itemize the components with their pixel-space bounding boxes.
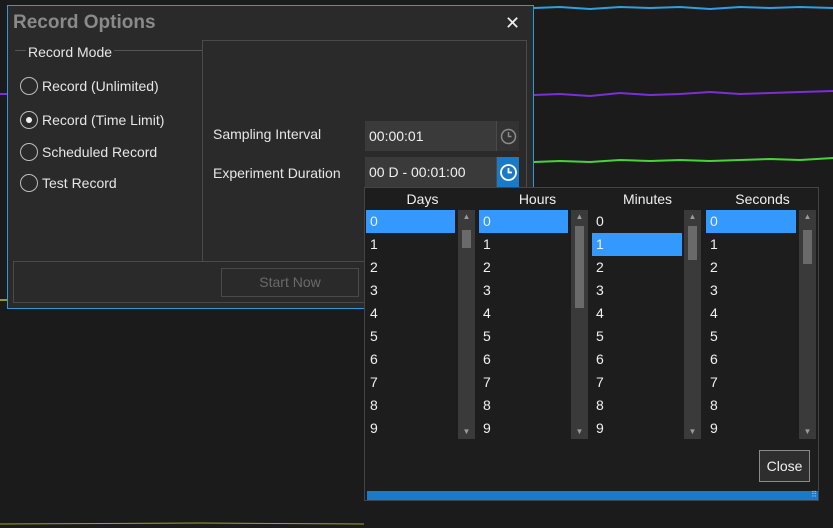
list-item[interactable]: 5 — [366, 325, 455, 348]
list-item[interactable]: 2 — [479, 256, 568, 279]
picker-status-bar: ⠿ — [367, 491, 818, 500]
days-header: Days — [406, 191, 439, 207]
scroll-down-icon[interactable]: ▼ — [571, 425, 588, 439]
list-item[interactable]: 2 — [706, 256, 796, 279]
radio-test-record[interactable]: Test Record — [20, 174, 117, 192]
list-item[interactable]: 7 — [592, 371, 682, 394]
list-item[interactable]: 3 — [706, 279, 796, 302]
list-item[interactable]: 1 — [479, 233, 568, 256]
list-item[interactable]: 0 — [479, 210, 568, 233]
radio-label: Scheduled Record — [42, 144, 158, 160]
list-item[interactable]: 0 — [592, 210, 682, 233]
list-item[interactable]: 6 — [706, 348, 796, 371]
list-item[interactable]: 1 — [592, 233, 682, 256]
seconds-header: Seconds — [735, 191, 790, 207]
days-scrollbar[interactable]: ▲ ▼ — [458, 210, 475, 439]
list-item[interactable]: 7 — [479, 371, 568, 394]
list-item[interactable]: 9 — [366, 417, 455, 440]
scroll-thumb[interactable] — [803, 230, 812, 264]
radio-circle-icon — [20, 111, 38, 129]
list-item[interactable]: 1 — [706, 233, 796, 256]
list-item[interactable]: 5 — [479, 325, 568, 348]
radio-record-time-limit[interactable]: Record (Time Limit) — [20, 111, 164, 129]
list-item[interactable]: 8 — [592, 394, 682, 417]
scroll-down-icon[interactable]: ▼ — [684, 425, 701, 439]
record-mode-label: Record Mode — [26, 44, 115, 60]
trace-yellow-bottom — [0, 522, 365, 525]
sampling-interval-label: Sampling Interval — [213, 126, 322, 142]
radio-label: Record (Unlimited) — [42, 78, 159, 94]
list-item[interactable]: 3 — [592, 279, 682, 302]
list-item[interactable]: 8 — [706, 394, 796, 417]
list-item[interactable]: 5 — [592, 325, 682, 348]
list-item[interactable]: 0 — [706, 210, 796, 233]
radio-circle-icon — [20, 143, 38, 161]
scroll-thumb[interactable] — [462, 230, 471, 248]
clock-icon — [500, 128, 516, 144]
list-item[interactable]: 4 — [706, 302, 796, 325]
minutes-header: Minutes — [622, 191, 673, 207]
list-item[interactable]: 2 — [366, 256, 455, 279]
list-item[interactable]: 9 — [479, 417, 568, 440]
list-item[interactable]: 6 — [479, 348, 568, 371]
list-item[interactable]: 3 — [366, 279, 455, 302]
list-item[interactable]: 4 — [366, 302, 455, 325]
trace-blue — [533, 5, 833, 11]
clock-icon — [499, 163, 517, 181]
seconds-scrollbar[interactable]: ▲ ▼ — [799, 210, 816, 439]
start-now-button[interactable]: Start Now — [221, 268, 359, 297]
experiment-duration-label: Experiment Duration — [213, 165, 341, 181]
picker-close-button[interactable]: Close — [759, 450, 810, 482]
radio-scheduled-record[interactable]: Scheduled Record — [20, 143, 157, 161]
scroll-up-icon[interactable]: ▲ — [458, 210, 475, 224]
radio-circle-icon — [20, 77, 38, 95]
sampling-interval-clock-button[interactable] — [496, 121, 519, 151]
list-item[interactable]: 7 — [706, 371, 796, 394]
resize-grip-icon[interactable]: ⠿ — [811, 491, 817, 499]
list-item[interactable]: 8 — [366, 394, 455, 417]
list-item[interactable]: 7 — [366, 371, 455, 394]
close-icon[interactable]: ✕ — [505, 13, 520, 34]
list-item[interactable]: 1 — [366, 233, 455, 256]
list-item[interactable]: 4 — [592, 302, 682, 325]
list-item[interactable]: 9 — [592, 417, 682, 440]
scroll-down-icon[interactable]: ▼ — [458, 425, 475, 439]
radio-selected-dot — [26, 117, 32, 123]
trace-green — [533, 157, 833, 164]
duration-picker-popup: Days Hours Minutes Seconds 0 1 2 3 4 5 6… — [364, 187, 819, 501]
scroll-up-icon[interactable]: ▲ — [799, 210, 816, 224]
list-item[interactable]: 0 — [366, 210, 455, 233]
scroll-thumb[interactable] — [688, 226, 697, 260]
dialog-title: Record Options — [13, 12, 156, 33]
list-item[interactable]: 9 — [706, 417, 796, 440]
scroll-up-icon[interactable]: ▲ — [571, 210, 588, 224]
list-item[interactable]: 2 — [592, 256, 682, 279]
scroll-thumb[interactable] — [575, 226, 584, 308]
minutes-scrollbar[interactable]: ▲ ▼ — [684, 210, 701, 439]
list-item[interactable]: 3 — [479, 279, 568, 302]
scroll-up-icon[interactable]: ▲ — [684, 210, 701, 224]
list-item[interactable]: 8 — [479, 394, 568, 417]
scroll-down-icon[interactable]: ▼ — [799, 425, 816, 439]
radio-label: Test Record — [42, 175, 117, 191]
list-item[interactable]: 4 — [479, 302, 568, 325]
list-item[interactable]: 5 — [706, 325, 796, 348]
list-item[interactable]: 6 — [592, 348, 682, 371]
radio-record-unlimited[interactable]: Record (Unlimited) — [20, 77, 159, 95]
experiment-duration-clock-button[interactable] — [496, 157, 519, 187]
radio-label: Record (Time Limit) — [42, 112, 165, 128]
hours-header: Hours — [518, 191, 557, 207]
hours-scrollbar[interactable]: ▲ ▼ — [571, 210, 588, 439]
list-item[interactable]: 6 — [366, 348, 455, 371]
radio-circle-icon — [20, 174, 38, 192]
